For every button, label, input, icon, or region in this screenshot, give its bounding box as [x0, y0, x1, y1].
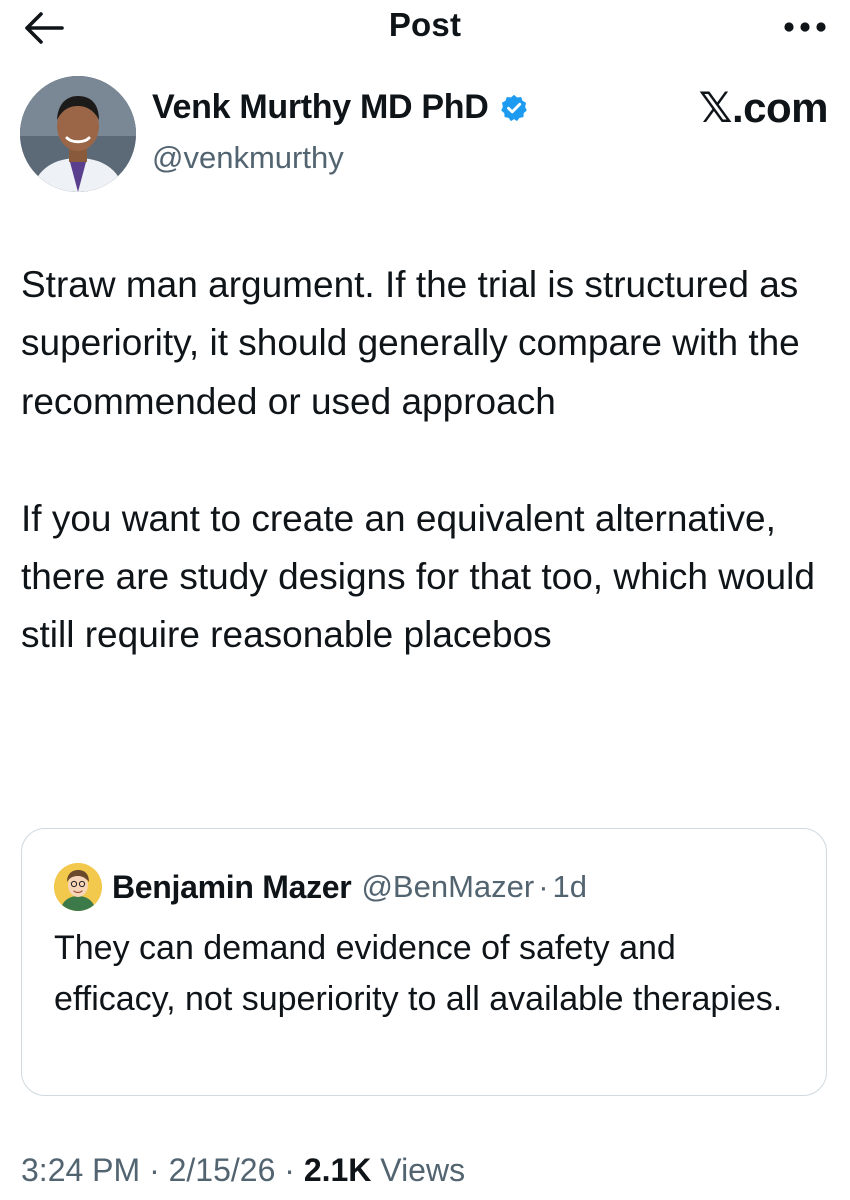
views-label: Views	[380, 1152, 466, 1188]
post-text: Straw man argument. If the trial is stru…	[21, 256, 821, 665]
quoted-post-card[interactable]: Benjamin Mazer @BenMazer · 1d They can d…	[21, 828, 827, 1096]
quoted-post-text: They can demand evidence of safety and e…	[54, 929, 783, 1018]
quoted-post-time[interactable]: 1d	[553, 869, 587, 905]
top-bar: Post	[0, 0, 850, 56]
quoted-author-name[interactable]: Benjamin Mazer	[112, 869, 352, 906]
author-name[interactable]: Venk Murthy MD PhD	[152, 88, 489, 127]
quoted-author-avatar[interactable]	[54, 863, 102, 911]
separator-dot: ·	[149, 1152, 160, 1188]
more-options-button[interactable]	[782, 14, 828, 40]
page-title: Post	[388, 6, 462, 43]
separator-dot: ·	[538, 869, 549, 904]
post-paragraph: Straw man argument. If the trial is stru…	[21, 264, 800, 422]
separator-dot: ·	[284, 1152, 295, 1188]
author-name-line: Venk Murthy MD PhD	[152, 88, 529, 127]
author-handle[interactable]: @venkmurthy	[152, 140, 344, 176]
quoted-author-handle[interactable]: @BenMazer	[361, 869, 534, 905]
post-time[interactable]: 3:24 PM	[21, 1152, 140, 1188]
author-avatar[interactable]	[20, 76, 136, 192]
views-count[interactable]: 2.1K	[304, 1152, 372, 1188]
quoted-post-header: Benjamin Mazer @BenMazer · 1d	[54, 863, 587, 911]
post-date[interactable]: 2/15/26	[169, 1152, 276, 1188]
post-meta: 3:24 PM · 2/15/26 · 2.1K Views	[21, 1152, 465, 1189]
more-horizontal-icon	[783, 21, 827, 33]
post-paragraph: If you want to create an equivalent alte…	[21, 497, 815, 656]
verified-badge-icon	[499, 93, 529, 123]
source-watermark: 𝕏.com	[698, 84, 829, 131]
